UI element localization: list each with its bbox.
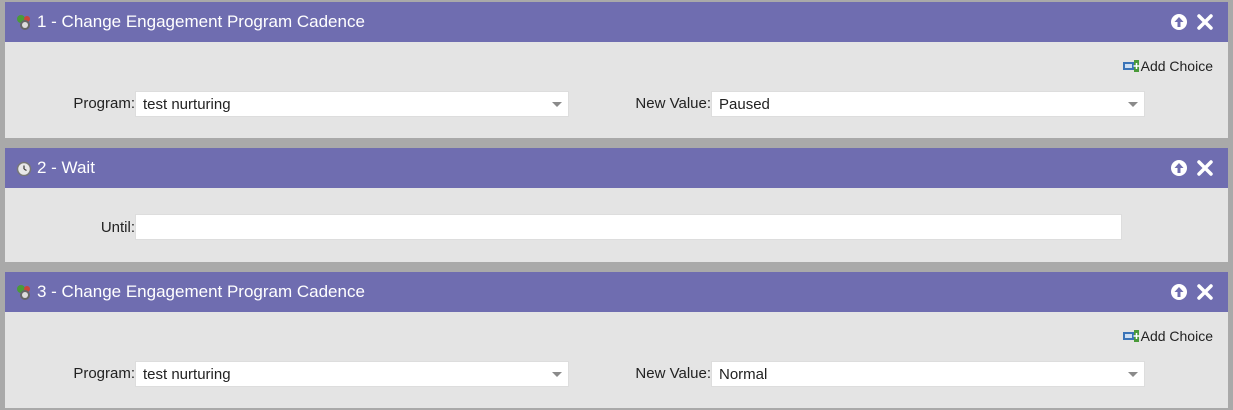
step-header[interactable]: 3 - Change Engagement Program Cadence [5, 272, 1228, 312]
close-icon[interactable] [1196, 159, 1214, 177]
step-header[interactable]: 1 - Change Engagement Program Cadence [5, 2, 1228, 42]
add-choice-icon [1122, 330, 1140, 342]
chevron-down-icon [552, 372, 562, 377]
new-value-value: Paused [719, 96, 770, 113]
move-up-icon[interactable] [1170, 283, 1188, 301]
step-header[interactable]: 2 - Wait [5, 148, 1228, 188]
add-choice-button[interactable]: Add Choice [1122, 58, 1213, 74]
move-up-icon[interactable] [1170, 13, 1188, 31]
program-select[interactable]: test nurturing [135, 361, 569, 387]
flow-step-2: 2 - Wait Until: [5, 148, 1228, 262]
clock-icon [15, 159, 33, 177]
engagement-program-icon [15, 13, 33, 31]
chevron-down-icon [552, 102, 562, 107]
program-value: test nurturing [143, 366, 231, 383]
add-choice-icon [1122, 60, 1140, 72]
new-value-label: New Value: [635, 95, 711, 112]
close-icon[interactable] [1196, 283, 1214, 301]
flow-step-1: 1 - Change Engagement Program Cadence Ad… [5, 2, 1228, 138]
step-title: 1 - Change Engagement Program Cadence [37, 12, 365, 31]
move-up-icon[interactable] [1170, 159, 1188, 177]
program-select[interactable]: test nurturing [135, 91, 569, 117]
flow-step-3: 3 - Change Engagement Program Cadence Ad… [5, 272, 1228, 408]
step-body: Add Choice Program: test nurturing New V… [5, 312, 1228, 408]
chevron-down-icon [1128, 372, 1138, 377]
step-title: 2 - Wait [37, 158, 95, 177]
program-value: test nurturing [143, 96, 231, 113]
close-icon[interactable] [1196, 13, 1214, 31]
new-value-value: Normal [719, 366, 768, 383]
program-label: Program: [73, 365, 135, 382]
until-input[interactable] [135, 214, 1122, 240]
new-value-select[interactable]: Paused [711, 91, 1145, 117]
step-body: Until: [5, 188, 1228, 262]
new-value-select[interactable]: Normal [711, 361, 1145, 387]
add-choice-label: Add Choice [1140, 328, 1213, 344]
engagement-program-icon [15, 283, 33, 301]
chevron-down-icon [1128, 102, 1138, 107]
add-choice-button[interactable]: Add Choice [1122, 328, 1213, 344]
new-value-label: New Value: [635, 365, 711, 382]
step-body: Add Choice Program: test nurturing New V… [5, 42, 1228, 138]
until-label: Until: [100, 219, 135, 236]
program-label: Program: [73, 95, 135, 112]
step-title: 3 - Change Engagement Program Cadence [37, 282, 365, 301]
add-choice-label: Add Choice [1140, 58, 1213, 74]
